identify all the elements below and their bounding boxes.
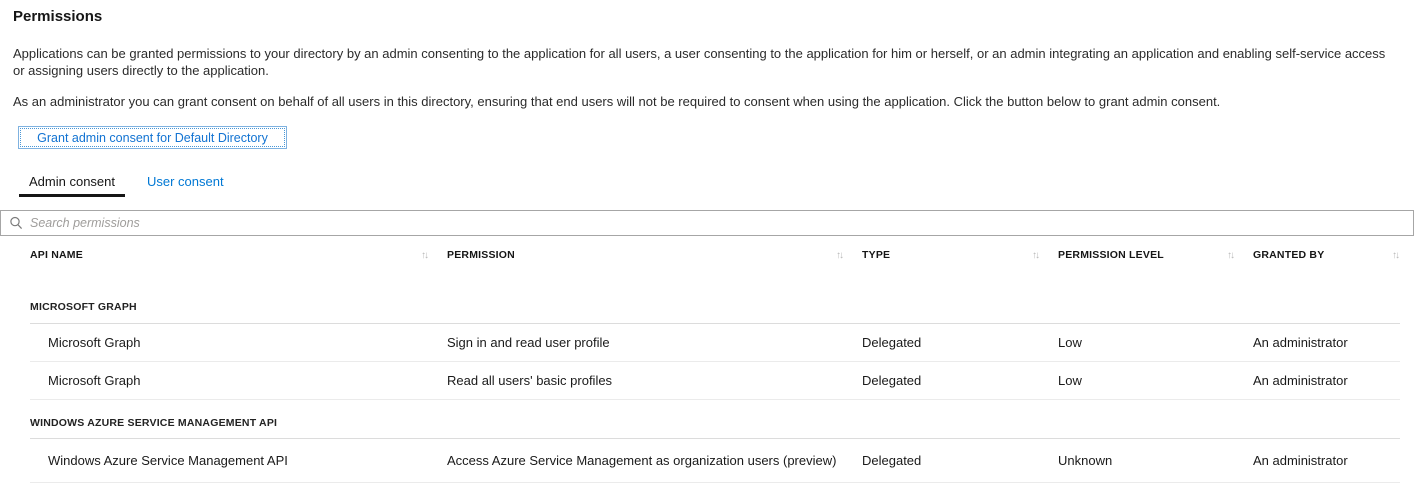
cell-granted-by: An administrator bbox=[1253, 453, 1400, 468]
column-header-granted-by[interactable]: GRANTED BY ↑↓ bbox=[1253, 249, 1400, 261]
column-header-type[interactable]: TYPE ↑↓ bbox=[862, 249, 1058, 261]
consent-tabs: Admin consent User consent bbox=[19, 171, 1415, 197]
cell-api-name: Microsoft Graph bbox=[30, 373, 447, 388]
column-header-label: API NAME bbox=[30, 249, 83, 261]
cell-granted-by: An administrator bbox=[1253, 373, 1400, 388]
tab-user-consent[interactable]: User consent bbox=[137, 171, 234, 197]
grant-admin-consent-button-label: Grant admin consent for Default Director… bbox=[20, 128, 285, 147]
search-input[interactable] bbox=[30, 216, 1405, 230]
permissions-table: API NAME ↑↓ PERMISSION ↑↓ TYPE ↑↓ PERMIS… bbox=[0, 236, 1415, 483]
column-header-permission[interactable]: PERMISSION ↑↓ bbox=[447, 249, 862, 261]
table-row[interactable]: Microsoft Graph Sign in and read user pr… bbox=[30, 324, 1400, 362]
permissions-page: Permissions Applications can be granted … bbox=[0, 8, 1415, 486]
cell-type: Delegated bbox=[862, 453, 1058, 468]
cell-permission-level: Low bbox=[1058, 373, 1253, 388]
table-row[interactable]: Windows Azure Service Management API Acc… bbox=[30, 439, 1400, 483]
page-title: Permissions bbox=[13, 8, 1415, 25]
column-header-label: PERMISSION LEVEL bbox=[1058, 249, 1164, 261]
cell-permission: Sign in and read user profile bbox=[447, 335, 862, 350]
column-header-permission-level[interactable]: PERMISSION LEVEL ↑↓ bbox=[1058, 249, 1253, 261]
sort-arrows-icon: ↑↓ bbox=[1227, 250, 1233, 261]
cell-granted-by: An administrator bbox=[1253, 335, 1400, 350]
table-group-header-windows-azure-service-management-api: WINDOWS AZURE SERVICE MANAGEMENT API bbox=[30, 400, 1400, 439]
sort-arrows-icon: ↑↓ bbox=[836, 250, 842, 261]
cell-type: Delegated bbox=[862, 335, 1058, 350]
table-row[interactable]: Microsoft Graph Read all users' basic pr… bbox=[30, 362, 1400, 400]
column-header-label: PERMISSION bbox=[447, 249, 515, 261]
search-permissions-box[interactable] bbox=[0, 210, 1414, 236]
column-header-api-name[interactable]: API NAME ↑↓ bbox=[30, 249, 447, 261]
description-paragraph-1: Applications can be granted permissions … bbox=[13, 45, 1387, 79]
sort-arrows-icon: ↑↓ bbox=[1032, 250, 1038, 261]
sort-arrows-icon: ↑↓ bbox=[421, 250, 427, 261]
cell-api-name: Windows Azure Service Management API bbox=[30, 453, 447, 468]
tab-admin-consent[interactable]: Admin consent bbox=[19, 171, 125, 197]
cell-permission: Access Azure Service Management as organ… bbox=[447, 453, 862, 468]
description-paragraph-2: As an administrator you can grant consen… bbox=[13, 93, 1387, 110]
cell-permission: Read all users' basic profiles bbox=[447, 373, 862, 388]
cell-permission-level: Unknown bbox=[1058, 453, 1253, 468]
column-header-label: TYPE bbox=[862, 249, 890, 261]
sort-arrows-icon: ↑↓ bbox=[1392, 250, 1398, 261]
cell-permission-level: Low bbox=[1058, 335, 1253, 350]
grant-admin-consent-button[interactable]: Grant admin consent for Default Director… bbox=[18, 126, 287, 149]
cell-api-name: Microsoft Graph bbox=[30, 335, 447, 350]
search-icon bbox=[9, 216, 23, 230]
column-header-label: GRANTED BY bbox=[1253, 249, 1324, 261]
cell-type: Delegated bbox=[862, 373, 1058, 388]
table-header-row: API NAME ↑↓ PERMISSION ↑↓ TYPE ↑↓ PERMIS… bbox=[30, 236, 1400, 261]
table-group-header-microsoft-graph: MICROSOFT GRAPH bbox=[30, 261, 1400, 324]
